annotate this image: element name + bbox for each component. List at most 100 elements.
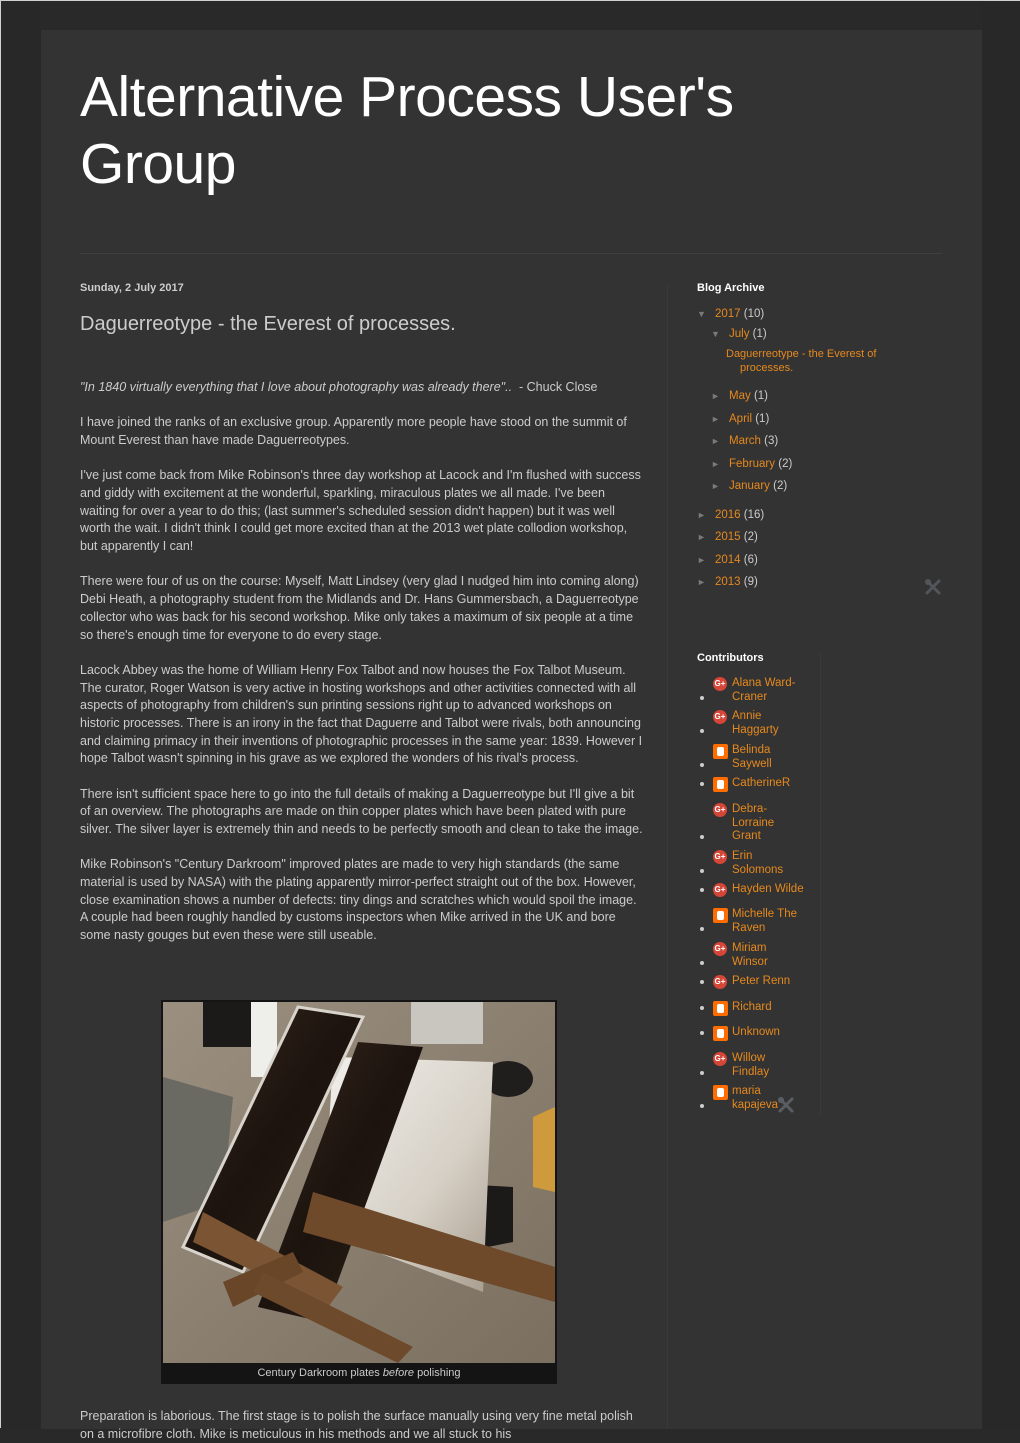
expand-toggle-icon[interactable]: ▼: [711, 329, 729, 339]
contributor-name: Hayden Wilde: [732, 883, 804, 895]
archive-year-2016: ► 2016 (16): [697, 509, 764, 521]
google-plus-profile-icon: G+: [713, 975, 727, 989]
archive-post-title: Daguerreotype - the Everest of: [726, 348, 877, 360]
collapse-toggle-icon[interactable]: ►: [711, 481, 729, 491]
archive-post-title: processes.: [740, 361, 794, 374]
archive-post-item: Daguerreotype - the Everest of processes.: [726, 348, 876, 375]
list-bullet: [700, 1103, 704, 1108]
google-plus-profile-icon: G+: [713, 803, 727, 817]
contributor-link[interactable]: CatherineR: [732, 777, 822, 791]
contributor-link[interactable]: Annie Haggarty: [732, 710, 822, 737]
archive-year-link[interactable]: 2017: [715, 308, 741, 320]
archive-post-link[interactable]: Daguerreotype - the Everest of processes.: [726, 348, 876, 374]
contributor-link[interactable]: Unknown: [732, 1026, 822, 1040]
list-bullet: [700, 1006, 704, 1010]
blogger-profile-icon: [713, 1026, 728, 1041]
collapse-toggle-icon[interactable]: ►: [697, 577, 715, 587]
caption-emphasis: before: [382, 1367, 415, 1379]
archive-count: (10): [743, 308, 765, 320]
list-bullet: [700, 782, 704, 786]
archive-month-february: ► February (2): [711, 458, 792, 470]
archive-year-link[interactable]: 2013: [715, 576, 741, 588]
archive-month-march: ► March (3): [711, 435, 778, 447]
post-paragraph: I have joined the ranks of an exclusive …: [80, 415, 627, 447]
contributor-name: Solomons: [732, 863, 784, 876]
post-paragraph: Preparation is laborious. The first stag…: [80, 1409, 633, 1441]
contributor-link[interactable]: Alana Ward- Craner: [732, 677, 822, 704]
contributor-name: Annie: [732, 710, 762, 722]
contributor-name: Winsor: [732, 955, 768, 968]
blog-title[interactable]: Alternative Process User's Group: [80, 64, 840, 198]
contributor-link[interactable]: Michelle The Raven: [732, 908, 822, 935]
collapse-toggle-icon[interactable]: ►: [711, 459, 729, 469]
archive-month-link[interactable]: April: [729, 413, 752, 425]
google-plus-profile-icon: G+: [713, 710, 727, 724]
edit-widget-wrench-icon[interactable]: [924, 578, 942, 596]
archive-year-link[interactable]: 2014: [715, 554, 741, 566]
list-bullet: [700, 980, 704, 984]
post-image[interactable]: [163, 1002, 555, 1363]
blogger-profile-icon: [713, 777, 728, 792]
google-plus-profile-icon: G+: [713, 883, 727, 897]
contributor-link[interactable]: Hayden Wilde: [732, 883, 822, 897]
post-paragraph: There were four of us on the course: Mys…: [80, 574, 639, 642]
contributor-name: Raven: [732, 921, 766, 934]
archive-month-link[interactable]: January: [729, 480, 770, 492]
page-gutter-right: [982, 1, 1020, 1429]
archive-month-link[interactable]: July: [729, 328, 749, 340]
collapse-toggle-icon[interactable]: ►: [697, 555, 715, 565]
google-plus-profile-icon: G+: [713, 850, 727, 864]
caption-text: polishing: [414, 1367, 461, 1379]
list-bullet: [700, 762, 704, 767]
archive-count: (2): [778, 458, 793, 470]
post-image-figure: Century Darkroom plates before polishing: [161, 1000, 557, 1384]
contributor-name: Erin: [732, 850, 753, 862]
list-bullet: [700, 835, 704, 839]
edit-widget-wrench-icon[interactable]: [777, 1096, 795, 1114]
contributor-name: CatherineR: [732, 777, 791, 789]
contributor-link[interactable]: Richard: [732, 1001, 822, 1015]
contributor-name: Findlay: [732, 1065, 770, 1078]
post-title[interactable]: Daguerreotype - the Everest of processes…: [80, 313, 456, 336]
contributor-link[interactable]: Peter Renn: [732, 975, 822, 989]
contributor-name: Richard: [732, 1001, 772, 1013]
contributor-link[interactable]: Miriam Winsor: [732, 942, 822, 969]
google-plus-profile-icon: G+: [713, 1052, 727, 1066]
header-divider: [80, 253, 942, 254]
contributor-link[interactable]: Debra- Lorraine Grant: [732, 803, 822, 844]
archive-month-january: ► January (2): [711, 480, 787, 492]
collapse-toggle-icon[interactable]: ►: [697, 510, 715, 520]
archive-count: (1): [752, 328, 767, 340]
contributor-link[interactable]: Belinda Saywell: [732, 744, 822, 771]
collapse-toggle-icon[interactable]: ►: [697, 532, 715, 542]
post-paragraph: Lacock Abbey was the home of William Hen…: [80, 662, 643, 766]
archive-year-2017: ▼ 2017 (10): [697, 308, 764, 320]
expand-toggle-icon[interactable]: ▼: [697, 309, 715, 319]
archive-month-link[interactable]: February: [729, 458, 775, 470]
contributor-name: Haggarty: [732, 723, 779, 736]
collapse-toggle-icon[interactable]: ►: [711, 436, 729, 446]
column-divider: [667, 284, 668, 1429]
archive-month-link[interactable]: May: [729, 390, 751, 402]
blogger-profile-icon: [713, 744, 728, 759]
archive-count: (6): [743, 554, 758, 566]
archive-year-link[interactable]: 2015: [715, 531, 741, 543]
list-bullet: [700, 695, 704, 700]
archive-year-2013: ► 2013 (9): [697, 576, 758, 588]
contributors-widget-title: Contributors: [697, 652, 764, 664]
archive-count: (2): [743, 531, 758, 543]
quote-attribution: - Chuck Close: [512, 380, 598, 394]
contributor-name: maria: [732, 1085, 761, 1097]
image-caption: Century Darkroom plates before polishing: [161, 1363, 557, 1384]
list-bullet: [700, 888, 704, 892]
post-body: "In 1840 virtually everything that I lov…: [80, 379, 646, 962]
collapse-toggle-icon[interactable]: ►: [711, 391, 729, 401]
collapse-toggle-icon[interactable]: ►: [711, 414, 729, 424]
contributor-link[interactable]: Willow Findlay: [732, 1052, 822, 1079]
list-bullet: [700, 1031, 704, 1035]
archive-month-link[interactable]: March: [729, 435, 761, 447]
contributor-link[interactable]: Erin Solomons: [732, 850, 822, 877]
archive-count: (3): [764, 435, 779, 447]
archive-year-link[interactable]: 2016: [715, 509, 741, 521]
daguerreotype-plates-photo: [163, 1002, 555, 1363]
